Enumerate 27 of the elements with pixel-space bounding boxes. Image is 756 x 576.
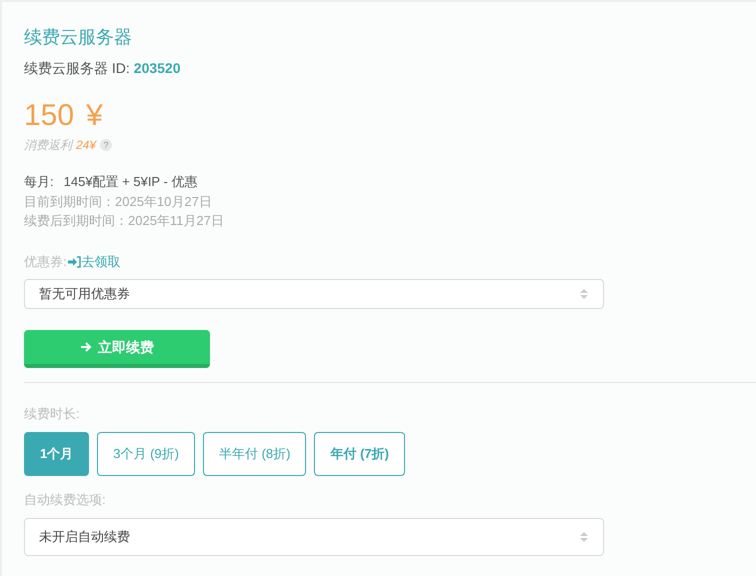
select-field[interactable]: 未开启自动续费	[24, 518, 604, 556]
claim-link[interactable]: 去领取	[66, 252, 121, 272]
id-label: 续费云服务器 ID:	[24, 59, 130, 78]
help-badge[interactable]: ?	[100, 139, 112, 151]
duration-option[interactable]: 半年付 (8折)	[202, 432, 306, 476]
sort-arrows-icon	[579, 531, 589, 543]
id-value: 203520	[134, 59, 180, 78]
duration-option[interactable]: 3个月 (9折)	[97, 432, 195, 476]
sign-in-icon	[66, 256, 81, 268]
coupon-label: 优惠券:	[24, 253, 67, 271]
duration-option[interactable]: 年付 (7折)	[314, 432, 405, 476]
rebate-value: 24¥	[76, 137, 96, 154]
expiry-text: 目前到期时间：2025年10月27日	[24, 193, 213, 211]
expiry-text: 续费后到期时间：2025年11月27日	[24, 212, 225, 230]
duration-option[interactable]: 1个月	[24, 432, 90, 476]
sort-arrows-icon	[579, 288, 589, 300]
select-field[interactable]: 暂无可用优惠券	[24, 279, 604, 309]
rebate-label: 消费返利	[24, 137, 72, 154]
duration-label: 续费时长:	[24, 405, 81, 423]
currency-symbol: ¥	[86, 98, 103, 134]
page-title: 续费云服务器	[24, 26, 133, 49]
price-amount: 150	[24, 98, 74, 134]
monthly-value: 145¥配置 + 5¥IP - 优惠	[64, 173, 198, 191]
auto-renew-label: 自动续费选项:	[24, 491, 107, 509]
arrow-right-icon	[80, 341, 92, 353]
renew-button[interactable]: 立即续费	[24, 330, 210, 368]
monthly-label: 每月:	[24, 173, 54, 191]
